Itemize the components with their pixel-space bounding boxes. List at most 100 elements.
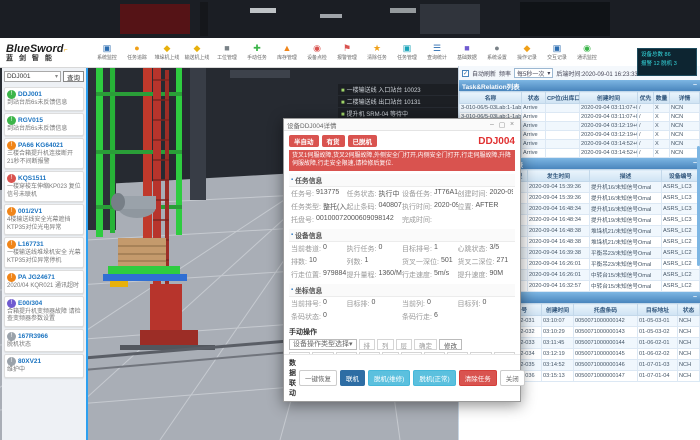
auto-refresh-label: 自动刷新: [472, 69, 496, 78]
brand-name-cn: 蓝 剑 智 能: [6, 55, 92, 62]
auto-refresh-checkbox[interactable]: ✓: [462, 70, 469, 77]
alarm-shield-icon: !: [7, 240, 16, 249]
alarm-shield-icon: !: [7, 141, 16, 150]
field-value: 2020-09-04 07:43:17: [434, 202, 458, 212]
alarm-sidebar: DDJ001▾ 查询 ! DDJ001 到站台后6s未反馈信息 ! RGV015…: [2, 68, 88, 440]
toolbar-icon: ▲: [272, 44, 302, 55]
field-label: 创建时间:: [458, 189, 488, 199]
close-icon[interactable]: ×: [507, 121, 517, 128]
alarm-card[interactable]: ! 001/2V1 4楼输送线安全光幕遮挡 KTP35对位光电异常: [4, 204, 84, 235]
scene-station-labels: ■一楼输送线 入口站台 10023 ■二楼输送线 出口站台 10131 ■提升机…: [338, 84, 458, 120]
alarm-desc: 合箱提升机变频器故障 请检查变频器参数设置: [7, 309, 81, 324]
alarm-card[interactable]: ! 167R3966 脱机状态: [4, 329, 84, 353]
modify-button[interactable]: 修改: [439, 339, 462, 350]
field-label: 完成时间:: [402, 215, 432, 225]
field-value: 10: [309, 257, 317, 267]
alarm-card[interactable]: ! RGV015 到站台后6s未反馈信息: [4, 113, 84, 137]
alarm-card[interactable]: ! KQS1511 一楼穿梭车伸缩KP023 复位信号未联机: [4, 171, 84, 202]
field-value: 0: [371, 299, 375, 309]
toolbar-button[interactable]: ◉ 通讯监控: [572, 44, 602, 61]
footer-action-button[interactable]: 脱机(正常): [413, 370, 455, 386]
field: 心跳状态: 3/5: [458, 243, 514, 256]
manual-param-button[interactable]: 层: [396, 339, 413, 350]
field-value: 00100072000609098142: [316, 215, 394, 225]
field-value: 3/5: [489, 244, 499, 254]
section-bullet-icon: ▪: [291, 177, 293, 183]
toolbar-button[interactable]: ▣ 交互记录: [542, 44, 572, 61]
footer-action-button[interactable]: 关闭: [500, 370, 525, 386]
alarm-card[interactable]: ! PA66 KG64021 三楼合箱提升机连接断开 21秒不间断报警: [4, 138, 84, 169]
field: 位置: AFTER: [458, 201, 514, 214]
operation-type-select[interactable]: 设备操作类型选择▾: [289, 339, 357, 350]
toolbar-button[interactable]: ◆ 堆垛机上线: [152, 44, 182, 61]
alarm-desc: 到站台后6s未反馈信息: [7, 100, 81, 108]
alarm-device-code: 80XV21: [18, 358, 41, 365]
table1-titlebar[interactable]: Task&Relation列表 −: [459, 80, 700, 91]
field: 列数: 1: [347, 256, 403, 269]
status-widget[interactable]: 设备总数 86 报警 12 脱机 3: [637, 48, 697, 76]
chevron-down-icon: ▾: [349, 340, 353, 348]
field-value: 1360/MM: [378, 270, 402, 280]
alarm-shield-icon: !: [7, 174, 16, 183]
toolbar-button[interactable]: ● 系统设置: [482, 44, 512, 61]
field: 条码行走: 6: [402, 311, 513, 324]
backend-time: 后端时间:2020-09-01 16:23:33: [556, 69, 637, 78]
toolbar-button[interactable]: ◆ 操作记录: [512, 44, 542, 61]
alarm-desc: 一楼穿梭车伸缩KP023 复位信号未联机: [7, 184, 81, 199]
footer-action-button[interactable]: 联机: [340, 370, 365, 386]
manual-param-button[interactable]: 排: [359, 339, 376, 350]
freq-select[interactable]: 每5秒一次▾: [514, 68, 553, 78]
alarm-card[interactable]: ! 80XV21 维护中: [4, 354, 84, 378]
alarm-desc: 维护中: [7, 367, 81, 375]
field: 货叉二深位: 271: [458, 256, 514, 269]
toolbar-button[interactable]: ▲ 库存管理: [272, 44, 302, 61]
toolbar-button[interactable]: ◉ 设备点检: [302, 44, 332, 61]
device-detail-dialog: 设备DDJ004详情 – ▢ × 半自动 有货 已脱机 DDJ004 货叉1伺服…: [283, 118, 521, 402]
field-label: 任务类型:: [291, 202, 321, 212]
alarm-card[interactable]: ! DDJ001 到站台后6s未反馈信息: [4, 87, 84, 111]
toolbar-button[interactable]: ● 任务追踪: [122, 44, 152, 61]
collapse-icon[interactable]: −: [693, 82, 697, 89]
manual-param-button[interactable]: 列: [377, 339, 394, 350]
toolbar-button[interactable]: ⚑ 报警管理: [332, 44, 362, 61]
status-widget-line2: 报警 12 脱机 3: [641, 60, 693, 69]
toolbar-button[interactable]: ▣ 任务管理: [392, 44, 422, 61]
footer-action-button[interactable]: 一键恢复: [299, 370, 337, 386]
toolbar-button[interactable]: ✚ 手动任务: [242, 44, 272, 61]
alarm-card[interactable]: ! E00/304 合箱提升机变频器故障 请检查变频器参数设置: [4, 296, 84, 327]
alarm-card[interactable]: ! PA JG24671 2020/04 KQR021 通讯超时: [4, 270, 84, 294]
brand-name: BlueSword: [6, 43, 63, 55]
dialog-section: ▪任务信息 任务号: 913775 任务状态: 执行中 设备任务: JT76A1…: [289, 174, 515, 227]
toolbar-button[interactable]: ★ 清除任务: [362, 44, 392, 61]
dialog-titlebar[interactable]: 设备DDJ004详情 – ▢ ×: [284, 119, 520, 131]
footer-action-button[interactable]: 清除任务: [459, 370, 497, 386]
dialog-section: ▪坐标信息 当前排号: 0 目标排: 0 当前列: 0: [289, 284, 515, 324]
toolbar-button[interactable]: ◆ 输送机上线: [182, 44, 212, 61]
footer-section-label: 数据联动: [289, 358, 296, 398]
toolbar-items: ▣ 系统监控 ● 任务追踪 ◆ 堆垛机上线 ◆ 输送机上线 ■ 工位管理 ✚ 手…: [92, 44, 700, 61]
field: 目标列: 0: [458, 298, 514, 311]
section-bullet-icon: ▪: [291, 287, 293, 293]
minimize-icon[interactable]: –: [487, 121, 497, 128]
manual-param-button[interactable]: 确定: [414, 339, 437, 350]
table-row[interactable]: 3-010-06/5-03Lab:1-1abaF03Arrive 2020-09…: [460, 104, 700, 113]
device-code: DDJ004: [478, 136, 515, 147]
footer-action-button[interactable]: 脱机(维修): [368, 370, 410, 386]
alarm-device-code: 001/2V1: [18, 208, 42, 215]
alarm-device-code: DDJ001: [18, 91, 42, 98]
field: 当前巷道: 0: [291, 243, 347, 256]
alarm-card[interactable]: ! L167731 一楼输送线堆垛机安全 光幕KTP35对位异常停机: [4, 237, 84, 268]
device-filter-select[interactable]: DDJ001▾: [4, 71, 61, 82]
toolbar-button[interactable]: ☰ 查询统计: [422, 44, 452, 61]
maximize-icon[interactable]: ▢: [497, 121, 507, 129]
search-button[interactable]: 查询: [63, 71, 84, 82]
field-label: 提升速度:: [458, 270, 488, 280]
toolbar-button[interactable]: ■ 基础数据: [452, 44, 482, 61]
section-bullet-icon: ▪: [291, 232, 293, 238]
field: 执行任务: 0: [347, 243, 403, 256]
collapse-icon[interactable]: −: [693, 294, 697, 301]
toolbar-button[interactable]: ▣ 系统监控: [92, 44, 122, 61]
station-dot-icon: ■: [341, 100, 345, 106]
field: 目标排: 0: [347, 298, 403, 311]
toolbar-button[interactable]: ■ 工位管理: [212, 44, 242, 61]
